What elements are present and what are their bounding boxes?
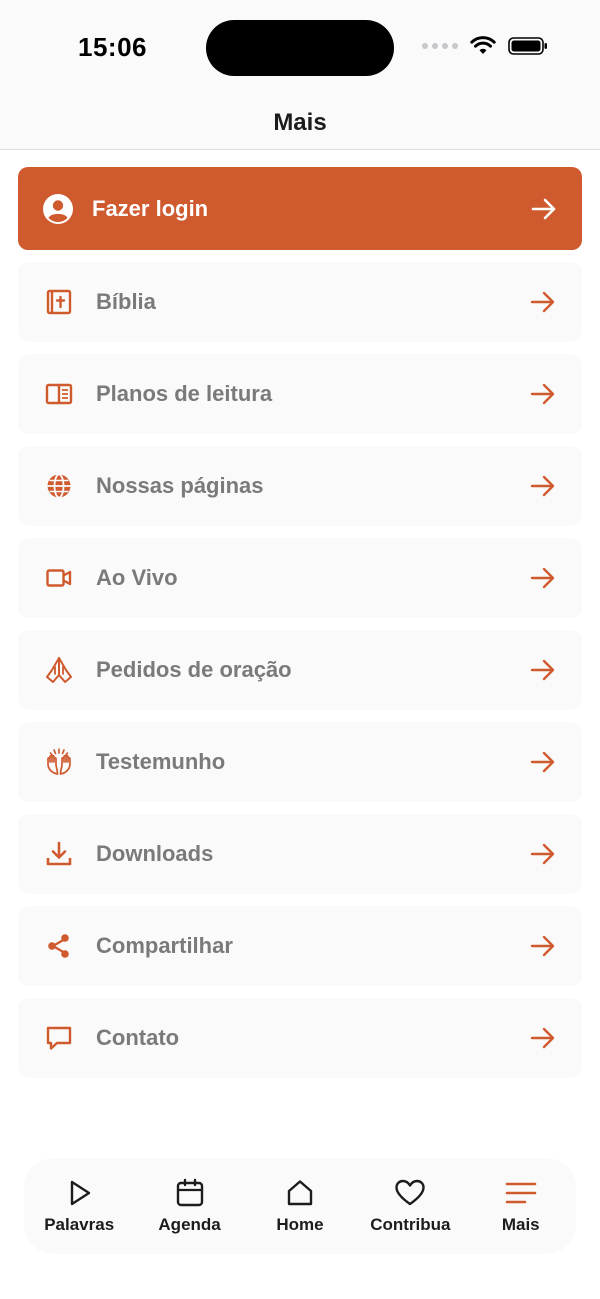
menu-item-ao-vivo[interactable]: Ao Vivo [18, 538, 582, 618]
praying-hands-icon [44, 655, 74, 685]
chat-bubble-icon [44, 1023, 74, 1053]
menu-item-downloads[interactable]: Downloads [18, 814, 582, 894]
home-icon [284, 1177, 316, 1209]
wifi-icon [470, 36, 496, 54]
arrow-right-icon [528, 471, 558, 501]
page-title: Mais [273, 108, 327, 136]
book-open-icon [44, 379, 74, 409]
status-bar: 15:06 [0, 0, 600, 96]
tab-palavras[interactable]: Palavras [24, 1177, 134, 1235]
user-circle-icon [43, 193, 73, 224]
arrow-right-icon [528, 655, 558, 685]
menu-item-contato[interactable]: Contato [18, 998, 582, 1078]
status-time: 15:06 [78, 32, 147, 62]
tab-contribua[interactable]: Contribua [355, 1177, 465, 1235]
menu-item-label: Ao Vivo [96, 565, 178, 590]
tab-label: Palavras [44, 1215, 115, 1234]
menu-item-pedidos-de-oracao[interactable]: Pedidos de oração [18, 630, 582, 710]
play-icon [63, 1177, 95, 1209]
menu-item-biblia[interactable]: Bíblia [18, 262, 582, 342]
arrow-right-icon [528, 747, 558, 777]
heart-icon [394, 1177, 426, 1209]
arrow-right-icon [528, 839, 558, 869]
menu-item-testemunho[interactable]: Testemunho [18, 722, 582, 802]
login-button[interactable]: Fazer login [18, 167, 582, 250]
nav-header: Mais [0, 96, 600, 150]
cellular-signal-icon [422, 43, 458, 49]
download-icon [44, 839, 74, 869]
battery-icon [508, 37, 547, 55]
status-icons [422, 36, 548, 56]
tab-label: Home [276, 1215, 324, 1234]
menu-item-label: Bíblia [96, 289, 156, 314]
arrow-right-icon [528, 1023, 558, 1053]
menu-item-label: Compartilhar [96, 933, 233, 958]
menu-item-label: Pedidos de oração [96, 657, 292, 682]
tab-label: Mais [501, 1215, 540, 1234]
menu-item-label: Nossas páginas [96, 473, 264, 498]
tab-mais[interactable]: Mais [466, 1177, 576, 1235]
calendar-icon [174, 1177, 206, 1209]
arrow-right-icon [528, 931, 558, 961]
tab-agenda[interactable]: Agenda [135, 1177, 245, 1235]
arrow-right-icon [531, 198, 556, 219]
menu-item-nossas-paginas[interactable]: Nossas páginas [18, 446, 582, 526]
share-icon [44, 931, 74, 961]
tab-label: Contribua [370, 1215, 451, 1234]
bible-icon [44, 287, 74, 317]
login-button-label: Fazer login [92, 195, 209, 221]
arrow-right-icon [528, 563, 558, 593]
menu-item-label: Testemunho [96, 749, 226, 774]
menu-content: Fazer login Bíblia Planos de leitura Nos… [18, 167, 582, 1078]
dynamic-island [206, 20, 394, 76]
raised-hands-icon [44, 747, 74, 777]
video-camera-icon [44, 563, 74, 593]
arrow-right-icon [528, 379, 558, 409]
tab-label: Agenda [158, 1215, 221, 1234]
menu-item-label: Planos de leitura [96, 381, 273, 406]
tab-bar: Palavras Agenda Home Contribua Mais [24, 1158, 576, 1254]
globe-icon [44, 471, 74, 501]
menu-icon [505, 1177, 537, 1209]
menu-item-label: Downloads [96, 841, 214, 866]
menu-item-planos-de-leitura[interactable]: Planos de leitura [18, 354, 582, 434]
tab-home[interactable]: Home [245, 1177, 355, 1235]
menu-item-label: Contato [96, 1025, 180, 1050]
arrow-right-icon [528, 287, 558, 317]
menu-item-compartilhar[interactable]: Compartilhar [18, 906, 582, 986]
